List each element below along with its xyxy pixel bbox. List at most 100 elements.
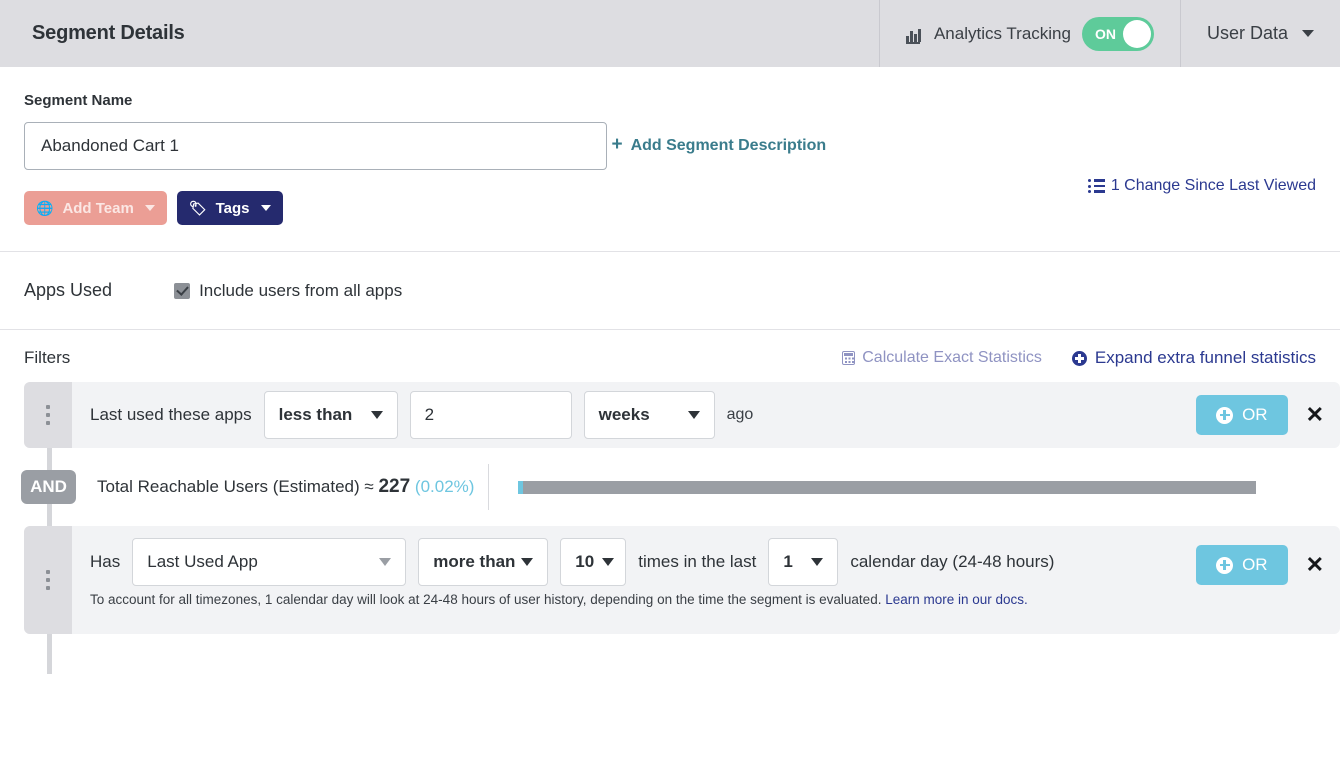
filter-row-content: Has Last Used App more than 10 times in … [72,526,1196,634]
or-label: OR [1242,405,1268,424]
remove-filter-button[interactable]: ✕ [1306,554,1324,576]
stats-value: 227 [378,476,411,497]
expand-label: Expand extra funnel statistics [1094,348,1316,367]
operator-value: less than [278,405,353,424]
filter-row-controls: Has Last Used App more than 10 times in … [90,538,1178,586]
chevron-down-icon [811,558,824,566]
property-value: Last Used App [147,552,258,571]
expand-funnel-statistics-button[interactable]: Expand extra funnel statistics [1071,348,1316,368]
help-text-body: To account for all timezones, 1 calendar… [90,592,882,607]
segment-action-buttons: 🌐 Add Team 🏷 Tags [24,191,1316,225]
list-icon [1087,179,1105,193]
apps-used-label: Apps Used [24,280,113,300]
globe-icon: 🌐 [36,200,54,216]
property-select[interactable]: Last Used App [132,538,407,586]
chevron-down-icon [379,558,392,566]
filter-prefix-label: Has [90,552,121,571]
chevron-down-icon [144,205,155,211]
plus-circle-icon [1216,406,1234,424]
filters-body: Last used these apps less than weeks ago… [0,382,1340,674]
operator-select[interactable]: more than [418,538,549,586]
operator-select[interactable]: less than [263,391,398,439]
calculator-icon [842,351,856,365]
filter-row-2: Has Last Used App more than 10 times in … [24,526,1340,634]
apps-used-section: Apps Used Include users from all apps [0,252,1340,329]
filter-suffix-label: calendar day (24-48 hours) [850,552,1055,571]
chevron-down-icon [602,558,615,566]
add-or-condition-button[interactable]: OR [1196,395,1288,435]
bar-chart-icon [906,28,921,44]
add-team-label: Add Team [62,199,134,217]
user-data-menu[interactable]: User Data [1179,0,1340,67]
add-team-button[interactable]: 🌐 Add Team [24,191,167,225]
changes-since-last-viewed-link[interactable]: 1 Change Since Last Viewed [1087,177,1316,195]
segment-name-input[interactable] [24,122,607,170]
tags-label: Tags [215,199,250,217]
segment-name-label: Segment Name [24,92,133,109]
filter-row-content: Last used these apps less than weeks ago [72,391,1196,439]
analytics-tracking-toggle[interactable]: ON [1081,16,1154,51]
count-select[interactable]: 10 [560,538,627,586]
and-connector-badge: AND [21,470,76,504]
filter-row-actions: OR ✕ [1196,526,1340,634]
chevron-down-icon [1302,30,1314,37]
calculate-label: Calculate Exact Statistics [862,349,1042,366]
filters-actions: Calculate Exact Statistics Expand extra … [842,348,1316,368]
help-docs-link[interactable]: Learn more in our docs. [885,592,1028,607]
segment-name-section: Segment Name 1 Change Since Last Viewed … [0,67,1340,251]
analytics-tracking-group: Analytics Tracking ON [879,0,1180,67]
plus-icon: + [611,134,623,155]
toggle-state-label: ON [1094,25,1116,42]
drag-handle[interactable] [24,382,72,448]
filter-prefix-label: Last used these apps [90,405,252,424]
filter-row-1: Last used these apps less than weeks ago… [24,382,1340,448]
chevron-down-icon [260,205,271,211]
checkbox-icon [174,282,191,299]
amount-input[interactable] [409,391,572,439]
filter-mid-label: times in the last [638,552,757,571]
toggle-knob [1122,19,1151,48]
filters-title: Filters [24,348,71,367]
drag-dots-icon [46,405,50,425]
include-all-apps-checkbox[interactable]: Include users from all apps [174,281,402,301]
chevron-down-icon [687,411,700,419]
tag-icon: 🏷 [188,200,207,216]
changes-link-label: 1 Change Since Last Viewed [1110,177,1316,194]
filter-suffix-label: ago [726,406,754,423]
operator-value: more than [433,552,516,571]
add-segment-description-button[interactable]: + Add Segment Description [611,134,827,155]
filter-help-text: To account for all timezones, 1 calendar… [90,592,1178,607]
reachable-users-stats: AND Total Reachable Users (Estimated) ≈ … [21,448,1340,526]
plus-circle-icon [1216,556,1234,574]
reach-bar-track [518,480,1256,494]
chevron-down-icon [370,411,383,419]
or-label: OR [1242,555,1268,574]
stats-text: Total Reachable Users (Estimated) ≈ 227 … [97,476,474,498]
tags-button[interactable]: 🏷 Tags [176,191,283,225]
stats-label: Total Reachable Users (Estimated) [97,477,360,496]
user-data-label: User Data [1206,23,1288,43]
stats-percent: (0.02%) [414,477,475,496]
add-description-label: Add Segment Description [630,136,827,154]
count-value: 10 [575,552,595,571]
remove-filter-button[interactable]: ✕ [1306,404,1324,426]
period-value: 1 [783,552,793,571]
plus-circle-icon [1071,350,1087,366]
reach-bar-fill [518,480,523,494]
divider [488,464,490,510]
app-header: Segment Details Analytics Tracking ON Us… [0,0,1340,67]
filters-header: Filters Calculate Exact Statistics Expan… [0,330,1340,382]
include-all-apps-label: Include users from all apps [199,280,403,300]
filter-row-actions: OR ✕ [1196,395,1340,435]
calculate-exact-statistics-button[interactable]: Calculate Exact Statistics [842,349,1042,367]
unit-value: weeks [598,405,650,424]
drag-handle[interactable] [24,526,72,634]
unit-select[interactable]: weeks [583,391,715,439]
add-or-condition-button[interactable]: OR [1196,545,1288,585]
period-select[interactable]: 1 [768,538,839,586]
stats-approx: ≈ [364,477,374,496]
drag-dots-icon [46,570,50,590]
page-title: Segment Details [32,22,185,44]
analytics-tracking-label: Analytics Tracking [933,23,1071,43]
filter-row: Last used these apps less than weeks ago… [24,382,1340,448]
